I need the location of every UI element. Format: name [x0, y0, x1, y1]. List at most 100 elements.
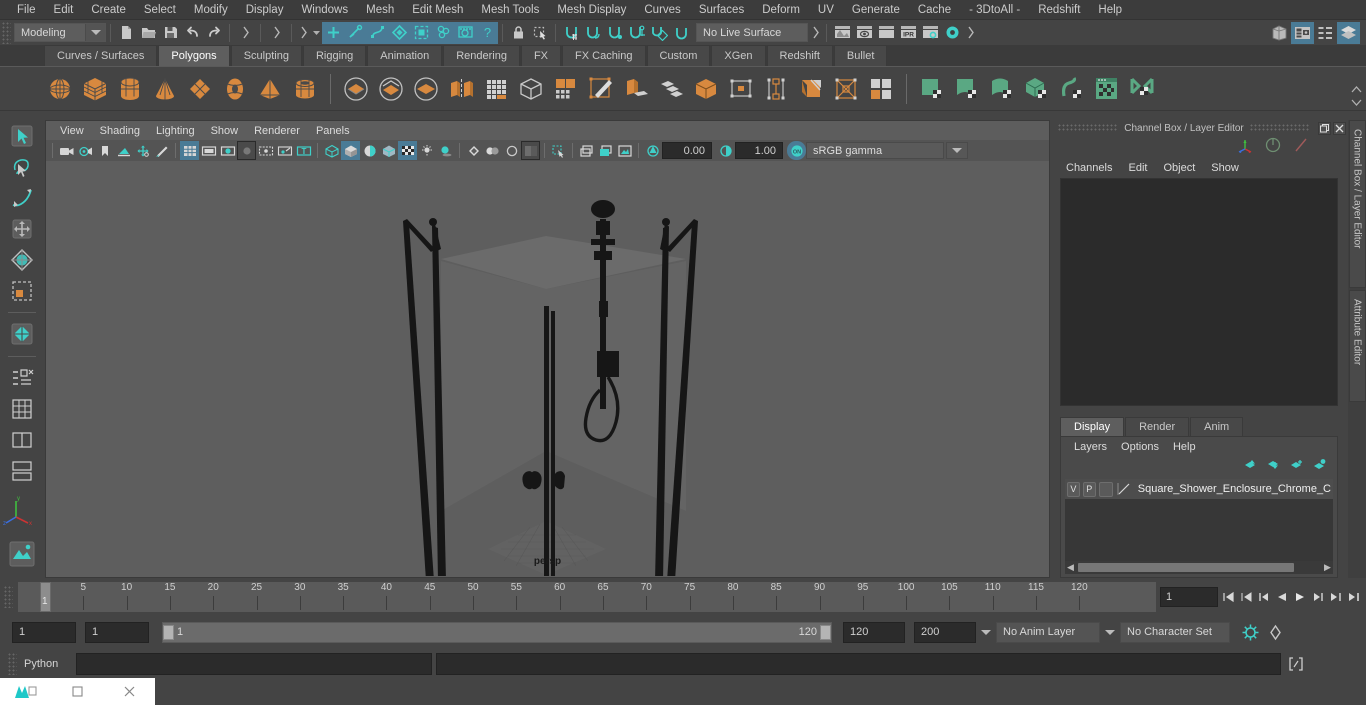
- color-management-toggle-icon[interactable]: ON: [787, 141, 806, 160]
- poly-select-icon[interactable]: [6, 320, 38, 349]
- crease-tool-icon[interactable]: [865, 73, 897, 105]
- time-slider[interactable]: 1 5 10 15 20 25 30 35 40 45 50 55 60 65 70 75 80 85 90 95 1…: [18, 582, 1156, 612]
- menu-help[interactable]: Help: [1089, 1, 1131, 19]
- render-region-icon[interactable]: [875, 22, 897, 44]
- surface-cube-icon[interactable]: [1021, 73, 1053, 105]
- new-scene-icon[interactable]: [115, 22, 137, 44]
- shelf-tab-xgen[interactable]: XGen: [711, 45, 766, 66]
- select-mask-surfaces-icon[interactable]: [388, 21, 410, 44]
- auto-keyframe-icon[interactable]: [1264, 621, 1286, 643]
- scale-tool[interactable]: [6, 276, 38, 305]
- default-manip-icon[interactable]: [1264, 136, 1282, 159]
- menu-mesh-tools[interactable]: Mesh Tools: [472, 1, 548, 19]
- wedge-icon[interactable]: [620, 73, 652, 105]
- command-language-label[interactable]: Python: [24, 658, 72, 670]
- select-mask-handles-icon[interactable]: [322, 21, 344, 44]
- text-overlay-icon[interactable]: T: [294, 141, 313, 160]
- playback-start-time-field[interactable]: 1: [85, 621, 149, 643]
- go-to-start-icon[interactable]: [1219, 587, 1236, 607]
- combine-icon[interactable]: [445, 73, 477, 105]
- anim-layer-selector[interactable]: No Anim Layer: [996, 621, 1100, 643]
- layer-playback-toggle[interactable]: P: [1082, 481, 1096, 497]
- menu-deform[interactable]: Deform: [753, 1, 809, 19]
- gate-mask-icon[interactable]: [237, 141, 256, 160]
- layout-hypergraph-icon[interactable]: [6, 456, 38, 485]
- save-scene-icon[interactable]: [159, 22, 181, 44]
- manipulator-icon[interactable]: [1236, 136, 1254, 159]
- undo-icon[interactable]: [181, 22, 203, 44]
- rotate-tool[interactable]: [6, 245, 38, 274]
- tab-display[interactable]: Display: [1060, 417, 1125, 436]
- step-back-key-icon[interactable]: [1237, 587, 1254, 607]
- menu-curves[interactable]: Curves: [635, 1, 689, 19]
- viewport-menu-shading[interactable]: Shading: [92, 124, 148, 138]
- boolean-difference-icon[interactable]: [375, 73, 407, 105]
- close-icon[interactable]: [1333, 121, 1347, 135]
- range-start-handle[interactable]: [163, 624, 174, 640]
- viewport-menu-show[interactable]: Show: [203, 124, 247, 138]
- select-tool[interactable]: [6, 122, 38, 151]
- panel-grip-right[interactable]: [1249, 124, 1311, 132]
- timeslider-grip[interactable]: [4, 586, 13, 608]
- fill-hole-icon[interactable]: [690, 73, 722, 105]
- restore-icon[interactable]: [1318, 121, 1332, 135]
- bridge-icon[interactable]: [655, 73, 687, 105]
- safe-action-icon[interactable]: [275, 141, 294, 160]
- channel-menu-object[interactable]: Object: [1155, 161, 1203, 175]
- surface-quad-icon[interactable]: [951, 73, 983, 105]
- wireframe-icon[interactable]: [322, 141, 341, 160]
- film-gate-icon[interactable]: [199, 141, 218, 160]
- viewport-menu-renderer[interactable]: Renderer: [246, 124, 308, 138]
- snap-to-curve-icon[interactable]: [582, 22, 604, 44]
- lighting-icon[interactable]: [417, 141, 436, 160]
- viewport-menu-view[interactable]: View: [52, 124, 92, 138]
- move-layer-up-icon[interactable]: [1243, 458, 1258, 476]
- lock-selection-icon[interactable]: [507, 22, 529, 44]
- shelf-tab-sculpting[interactable]: Sculpting: [230, 45, 302, 66]
- close-window-icon[interactable]: [103, 678, 155, 705]
- live-surface-flyout-icon[interactable]: [808, 22, 822, 44]
- snap-to-active-object-icon[interactable]: [670, 22, 692, 44]
- scroll-right-icon[interactable]: ▶: [1322, 562, 1333, 573]
- motion-blur-icon[interactable]: [483, 141, 502, 160]
- layer-color-swatch-icon[interactable]: [1116, 481, 1132, 497]
- go-to-end-icon[interactable]: [1345, 587, 1362, 607]
- select-component-flyout-icon[interactable]: [296, 22, 310, 44]
- layer-menu-layers[interactable]: Layers: [1067, 440, 1114, 454]
- append-polygon-icon[interactable]: [725, 73, 757, 105]
- isolate-select-icon[interactable]: [549, 141, 568, 160]
- animation-start-time-field[interactable]: 1: [12, 621, 76, 643]
- move-tool[interactable]: [6, 215, 38, 244]
- layout-persp-outliner-icon[interactable]: [6, 425, 38, 454]
- step-back-frame-icon[interactable]: [1255, 587, 1272, 607]
- screen-space-ao-icon[interactable]: [464, 141, 483, 160]
- exposure-icon[interactable]: [643, 141, 662, 160]
- boolean-intersection-icon[interactable]: [410, 73, 442, 105]
- layer-menu-options[interactable]: Options: [1114, 440, 1166, 454]
- command-line-grip[interactable]: [8, 653, 17, 675]
- ipr-render-icon[interactable]: IPR: [897, 22, 919, 44]
- poly-cube-icon[interactable]: [79, 73, 111, 105]
- tab-anim[interactable]: Anim: [1190, 417, 1244, 436]
- select-mask-dynamics-icon[interactable]: [432, 21, 454, 44]
- snap-to-projected-center-icon[interactable]: [626, 22, 648, 44]
- shelf-tab-bullet[interactable]: Bullet: [833, 45, 888, 66]
- select-mask-curves-icon[interactable]: [366, 21, 388, 44]
- exposure-value-field[interactable]: 0.00: [662, 142, 712, 159]
- panel-grip-left[interactable]: [1058, 124, 1119, 132]
- menu-display[interactable]: Display: [237, 1, 293, 19]
- play-forwards-icon[interactable]: [1291, 587, 1308, 607]
- menu-uv[interactable]: UV: [809, 1, 843, 19]
- use-default-material-icon[interactable]: [398, 141, 417, 160]
- layer-menu-help[interactable]: Help: [1166, 440, 1203, 454]
- menu-edit-mesh[interactable]: Edit Mesh: [403, 1, 472, 19]
- poly-sphere-icon[interactable]: [44, 73, 76, 105]
- sidebar-channel-box-icon[interactable]: [1314, 22, 1337, 44]
- sidebar-tool-settings-icon[interactable]: [1291, 21, 1314, 44]
- poly-cylinder-icon[interactable]: [114, 73, 146, 105]
- view-panel-2-icon[interactable]: [596, 141, 615, 160]
- menu-file[interactable]: File: [8, 1, 45, 19]
- live-surface-field[interactable]: No Live Surface: [696, 23, 808, 42]
- poly-plane-icon[interactable]: [184, 73, 216, 105]
- bookmark-icon[interactable]: [95, 141, 114, 160]
